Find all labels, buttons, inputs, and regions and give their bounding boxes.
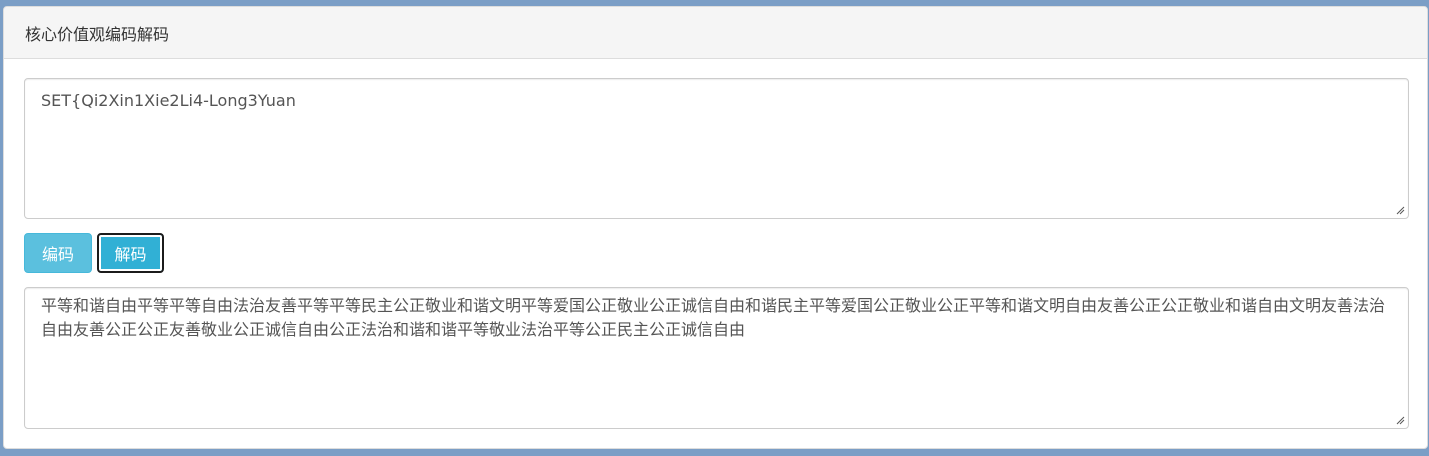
resize-grip-icon[interactable] [1395,205,1405,215]
encode-button-label: 编码 [41,245,74,264]
encode-button[interactable]: 编码 [24,233,92,273]
output-text: 平等和谐自由平等平等自由法治友善平等平等民主公正敬业和谐文明平等爱国公正敬业公正… [41,296,1386,339]
panel-heading: 核心价值观编码解码 [4,7,1427,59]
input-textarea[interactable]: SET{Qi2Xin1Xie2Li4-Long3Yuan [24,78,1409,219]
decode-button[interactable]: 解码 [97,233,164,273]
panel-title: 核心价值观编码解码 [25,24,170,44]
output-textarea[interactable]: 平等和谐自由平等平等自由法治友善平等平等民主公正敬业和谐文明平等爱国公正敬业公正… [24,287,1409,429]
input-text: SET{Qi2Xin1Xie2Li4-Long3Yuan [41,91,296,110]
resize-grip-icon[interactable] [1395,415,1405,425]
decode-button-label: 解码 [114,245,147,264]
codec-panel: 核心价值观编码解码 SET{Qi2Xin1Xie2Li4-Long3Yuan 编… [3,6,1428,449]
